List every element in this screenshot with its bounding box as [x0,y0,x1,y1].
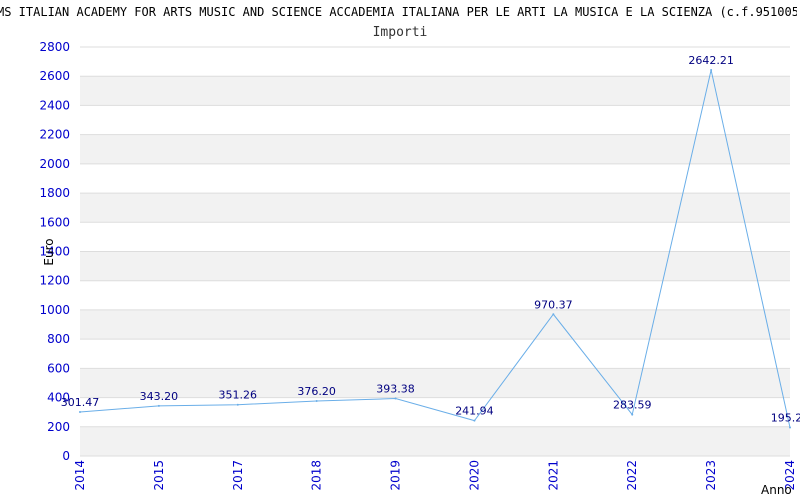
x-tick-label: 2014 [73,460,87,491]
x-tick-label: 2015 [152,460,166,491]
x-tick-label: 2023 [704,460,718,491]
data-point [631,413,634,416]
data-label: 195.20 [771,411,800,424]
line-chart: 0200400600800100012001400160018002000220… [39,40,800,497]
y-tick-label: 1800 [39,186,70,200]
grid-band [80,251,790,281]
grid-band [80,134,790,164]
data-point [394,397,397,400]
data-point [79,410,81,413]
data-label: 301.47 [61,396,100,409]
data-point [315,400,318,403]
y-tick-label: 2800 [39,40,70,54]
x-tick-label: 2022 [625,460,639,491]
x-axis-ticks: 2014 2015 2017 2018 2019 2020 2021 2022 2023 2024 [73,460,797,491]
data-label: 343.20 [140,390,179,403]
y-tick-label: 1600 [39,215,70,229]
data-point [789,426,791,429]
y-tick-label: 2600 [39,69,70,83]
y-tick-label: 0 [62,449,70,463]
data-label: 283.59 [613,399,652,412]
data-label: 2642.21 [688,54,734,67]
y-tick-label: 2000 [39,157,70,171]
x-tick-label: 2021 [546,460,560,491]
data-label: 393.38 [376,383,415,396]
data-label: 970.37 [534,298,573,311]
background-bands [80,76,790,456]
data-label: 351.26 [219,389,258,402]
y-tick-label: 2200 [39,128,70,142]
grid-band [80,368,790,398]
data-label: 376.20 [297,385,336,398]
grid-band [80,193,790,223]
x-tick-label: 2018 [310,460,324,491]
y-tick-label: 200 [47,420,70,434]
y-tick-label: 800 [47,332,70,346]
x-tick-label: 2019 [389,460,403,491]
data-point [552,313,555,316]
data-label: 241.94 [455,405,494,418]
data-point [236,403,239,406]
y-tick-label: 2400 [39,98,70,112]
grid-band [80,309,790,340]
x-tick-label: 2020 [467,460,481,491]
grid-band [80,426,790,456]
y-tick-label: 600 [47,361,70,375]
data-point [157,404,160,407]
y-axis-label: Euro [42,238,56,265]
data-point [710,69,713,72]
y-tick-label: 1200 [39,274,70,288]
x-tick-label: 2017 [231,460,245,491]
data-point [473,419,476,422]
grid-band [80,76,790,106]
y-tick-label: 1000 [39,303,70,317]
x-axis-label: Anno [761,483,792,497]
